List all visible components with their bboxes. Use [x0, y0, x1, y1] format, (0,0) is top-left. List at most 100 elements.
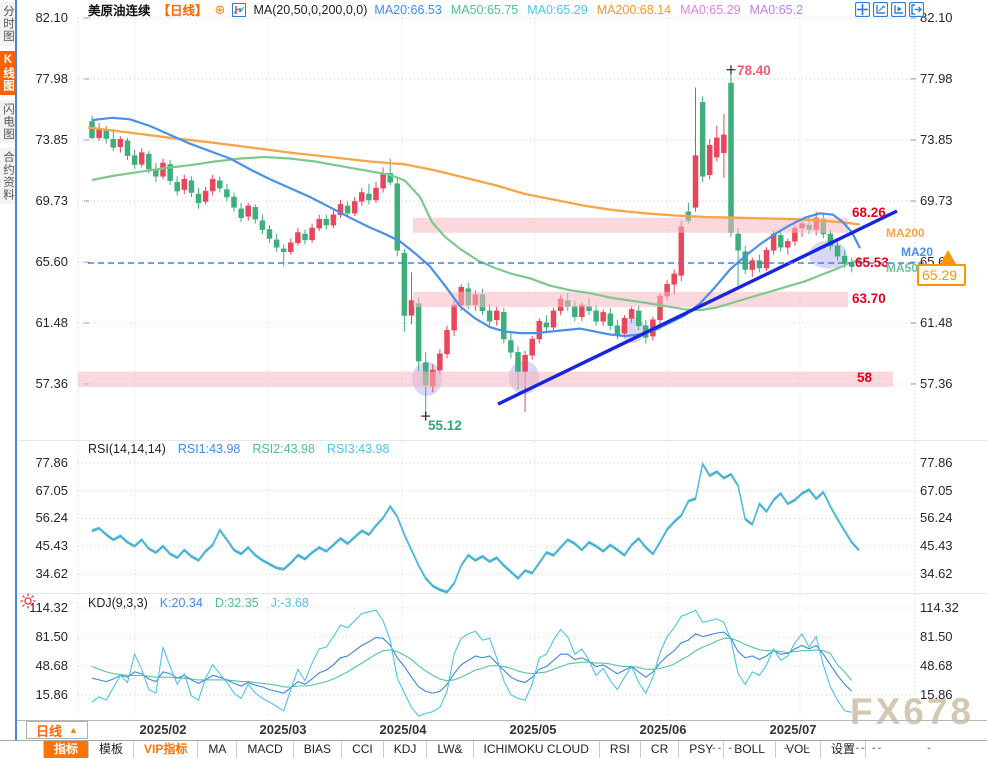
price-annotation: 58: [857, 370, 872, 385]
axis-play-icon[interactable]: [891, 2, 906, 22]
x-axis-month-label: 2025/07: [753, 722, 833, 737]
axis-tick-label: 15.86: [920, 687, 953, 702]
toolbar-spacer: [0, 741, 44, 758]
axis-tick-label: 34.62: [920, 566, 953, 581]
price-annotation: 55.12: [428, 418, 462, 433]
indicator-value: J:-3.68: [271, 596, 309, 610]
toolbar-tab-ICHIMOKU CLOUD[interactable]: ICHIMOKU CLOUD: [474, 741, 600, 758]
kdj-header: KDJ(9,3,3) K:20.34 D:32.35 J:-3.68: [88, 596, 321, 610]
x-axis-month-label: 2025/02: [123, 722, 203, 737]
move-icon[interactable]: [855, 2, 870, 22]
price-up-arrow-icon: [939, 249, 957, 266]
axis-tick-label: 67.05: [8, 483, 68, 498]
axis-tick-label: 34.62: [8, 566, 68, 581]
axis-tick-label: 69.73: [920, 193, 953, 208]
indicator-value: RSI1:43.98: [178, 442, 241, 456]
price-annotation: 68.26: [852, 205, 886, 220]
kline-chart-icon[interactable]: [232, 3, 246, 17]
toolbar-tab-CCI[interactable]: CCI: [342, 741, 384, 758]
axis-tick-label: 61.48: [920, 315, 953, 330]
chart-bottom-border: [0, 720, 987, 721]
axis-tick-label: 82.10: [920, 10, 953, 25]
axis-tick-label: 73.85: [920, 132, 953, 147]
axis-tick-label: 81.50: [8, 629, 68, 644]
ma-value: MA200:68.14: [597, 3, 671, 17]
toolbar-tab-VIP指标[interactable]: VIP指标: [134, 741, 198, 758]
clipped-label: -- --: [784, 742, 812, 749]
axis-tick-label: 67.05: [920, 483, 953, 498]
x-axis-month-label: 2025/03: [243, 722, 323, 737]
clipped-label: -- --: [855, 742, 883, 749]
x-axis-month-label: 2025/06: [623, 722, 703, 737]
ma-value: MA50:65.75: [451, 3, 518, 17]
x-axis-month-label: 2025/05: [493, 722, 573, 737]
alert-sun-icon[interactable]: [20, 593, 36, 609]
chart-header: 美原油连续 【日线】 ⊕ MA(20,50,0,200,0,0) MA20:66…: [88, 1, 812, 18]
ma-values: MA20:66.53 MA50:65.75 MA0:65.29 MA200:68.14…: [374, 3, 812, 17]
axis-tick-label: 56.24: [920, 510, 953, 525]
toolbar-tab-模板[interactable]: 模板: [89, 741, 134, 758]
axis-tick-label: 45.43: [8, 538, 68, 553]
period-selector-button[interactable]: 日线 ▲: [26, 721, 88, 739]
ma-formula: MA(20,50,0,200,0,0): [253, 3, 367, 17]
axis-tick-label: 77.98: [920, 71, 953, 86]
period-tag: 【日线】: [158, 0, 208, 19]
rsi-title: RSI(14,14,14): [88, 442, 166, 456]
ma-line-label: MA200: [886, 226, 925, 240]
ma-line-label: MA50: [886, 261, 918, 275]
kline-app-window: FX678 分时图K线图闪电图合约资料 美原油连续 【日线】 ⊕ MA(20,5…: [0, 0, 987, 758]
toolbar-tab-BIAS[interactable]: BIAS: [294, 741, 342, 758]
toolbar-tab-LW&[interactable]: LW&: [427, 741, 473, 758]
toolbar-tab-RSI[interactable]: RSI: [600, 741, 641, 758]
chevron-up-icon: ▲: [69, 725, 78, 735]
axis-tick-label: 48.68: [920, 658, 953, 673]
axis-tick-label: 48.68: [8, 658, 68, 673]
symbol-title: 美原油连续: [88, 0, 151, 19]
indicator-value: RSI2:43.98: [252, 442, 315, 456]
current-price-label: 65.29: [917, 264, 966, 286]
clipped-label: -: [927, 742, 933, 749]
axis-tick-label: 77.86: [8, 455, 68, 470]
price-annotation: 65.53: [855, 255, 889, 270]
axis-tick-label: 15.86: [8, 687, 68, 702]
indicator-value: RSI3:43.98: [327, 442, 390, 456]
axis-tick-label: 65.60: [8, 254, 68, 269]
indicator-value: K:20.34: [160, 596, 203, 610]
period-selector-label: 日线: [36, 721, 62, 740]
add-indicator-icon[interactable]: ⊕: [215, 3, 226, 16]
toolbar-tab-CR[interactable]: CR: [641, 741, 679, 758]
ma-line-label: MA20: [901, 245, 933, 259]
axis-tick-label: 56.24: [8, 510, 68, 525]
axis-tick-label: 69.73: [8, 193, 68, 208]
axis-tick-label: 77.98: [8, 71, 68, 86]
ma-value: MA20:66.53: [374, 3, 441, 17]
kdj-title: KDJ(9,3,3): [88, 596, 148, 610]
price-annotation: 63.70: [852, 291, 886, 306]
axis-scale-icon[interactable]: [873, 2, 888, 22]
chart-canvas[interactable]: [0, 0, 987, 758]
axis-tick-label: 57.36: [8, 376, 68, 391]
axis-tick-label: 45.43: [920, 538, 953, 553]
window-icon-group: [855, 2, 924, 22]
indicator-value: D:32.35: [215, 596, 259, 610]
price-annotation: 78.40: [737, 63, 771, 78]
axis-tick-label: 57.36: [920, 376, 953, 391]
clipped-text-fragment: -- ---- ---- ---: [712, 742, 933, 749]
exit-right-icon[interactable]: [909, 2, 924, 22]
x-axis-month-label: 2025/04: [363, 722, 443, 737]
kdj-values: K:20.34 D:32.35 J:-3.68: [160, 596, 321, 610]
ma-value: MA0:65.29: [680, 3, 740, 17]
axis-tick-label: 61.48: [8, 315, 68, 330]
axis-tick-label: 82.10: [8, 10, 68, 25]
toolbar-tab-MACD[interactable]: MACD: [237, 741, 293, 758]
axis-tick-label: 114.32: [920, 600, 959, 615]
rsi-values: RSI1:43.98 RSI2:43.98 RSI3:43.98: [178, 442, 402, 456]
ma-value: MA0:65.29: [527, 3, 587, 17]
axis-tick-label: 81.50: [920, 629, 953, 644]
toolbar-tab-MA[interactable]: MA: [198, 741, 237, 758]
toolbar-tab-指标[interactable]: 指标: [44, 741, 89, 758]
toolbar-tab-KDJ[interactable]: KDJ: [384, 741, 428, 758]
ma-value: MA0:65.2: [750, 3, 804, 17]
axis-tick-label: 114.32: [8, 600, 68, 615]
axis-tick-label: 77.86: [920, 455, 953, 470]
